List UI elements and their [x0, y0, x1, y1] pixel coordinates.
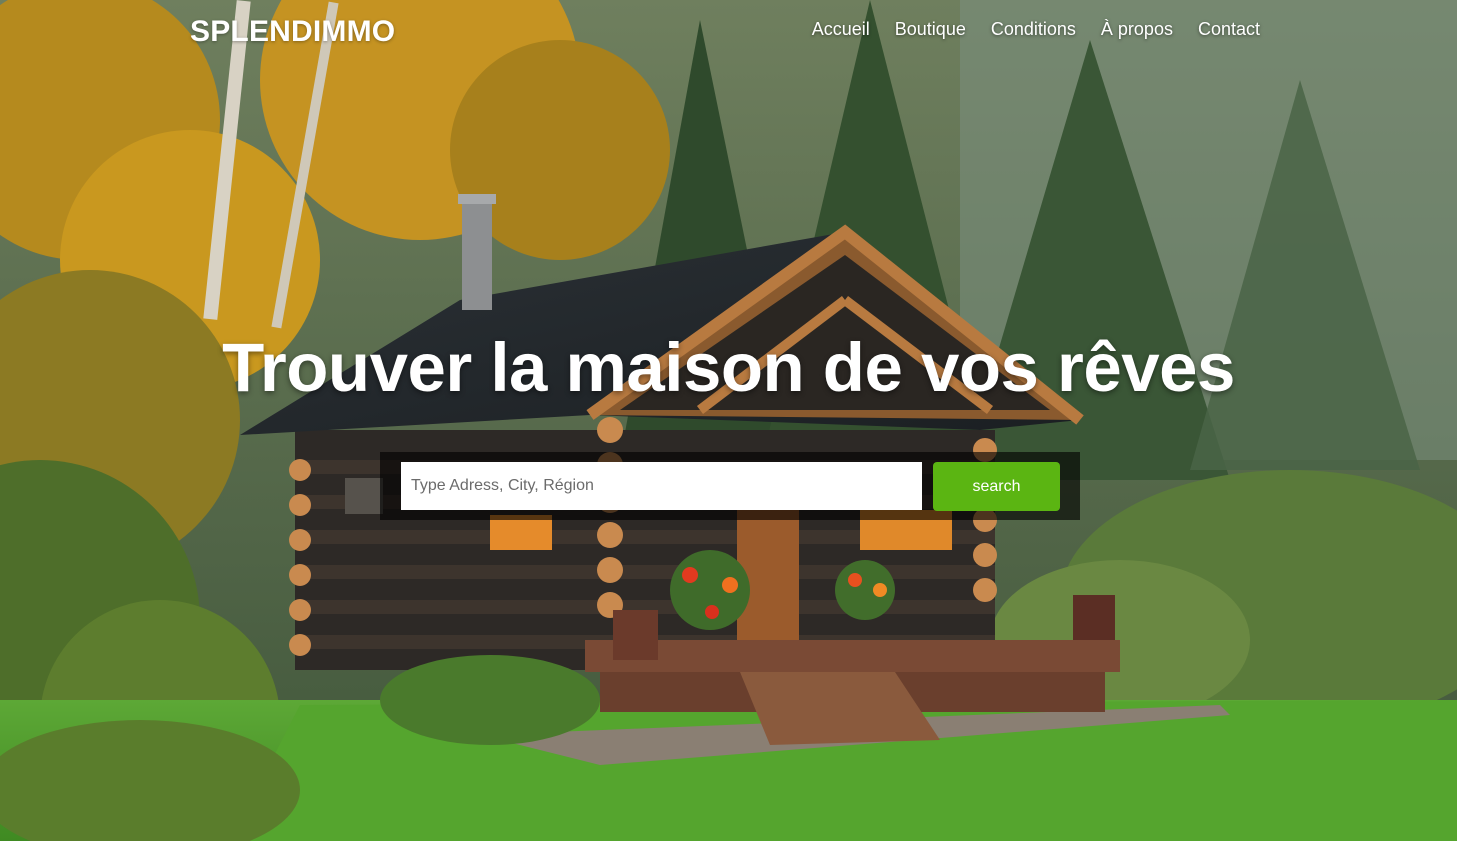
- search-input[interactable]: [401, 462, 922, 510]
- nav-item-contact[interactable]: Contact: [1198, 19, 1260, 40]
- hero-section: SPLENDIMMO Accueil Boutique Conditions À…: [0, 0, 1457, 841]
- nav-item-accueil[interactable]: Accueil: [812, 19, 870, 40]
- nav-menu: Accueil Boutique Conditions À propos Con…: [812, 19, 1260, 40]
- nav-item-boutique[interactable]: Boutique: [895, 19, 966, 40]
- hero-headline: Trouver la maison de vos rêves: [222, 329, 1235, 406]
- brand-logo[interactable]: SPLENDIMMO: [190, 15, 395, 49]
- nav-item-a-propos[interactable]: À propos: [1101, 19, 1173, 40]
- hero-background-image: [0, 0, 1457, 841]
- top-navbar: SPLENDIMMO Accueil Boutique Conditions À…: [0, 0, 1457, 64]
- nav-item-conditions[interactable]: Conditions: [991, 19, 1076, 40]
- search-panel: search: [380, 452, 1080, 520]
- search-button[interactable]: search: [933, 462, 1060, 511]
